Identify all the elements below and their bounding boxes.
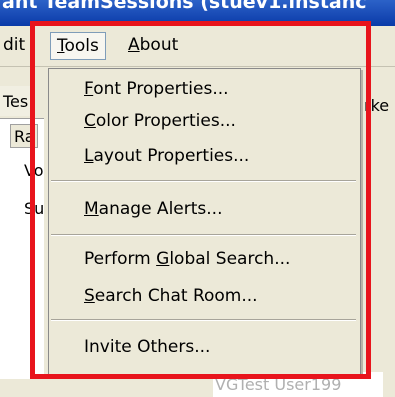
menu-item-font-properties[interactable]: Font Properties...: [84, 77, 229, 101]
menu-tools-mnemonic: T: [57, 36, 65, 56]
list-item[interactable]: Vo: [24, 161, 44, 180]
menu-edit[interactable]: dit: [3, 32, 25, 58]
menu-about-label: bout: [139, 35, 179, 55]
menu-tools-label: ools: [64, 36, 99, 56]
list-panel-partial: [0, 118, 44, 379]
menu-item-invite-others[interactable]: Invite Others...: [84, 335, 210, 359]
menu-item-layout-properties[interactable]: Layout Properties...: [84, 144, 249, 168]
tab-partial[interactable]: Tes: [0, 86, 35, 116]
menu-about[interactable]: About: [128, 32, 178, 58]
right-fragment: rke: [364, 96, 390, 115]
title-bar: ant TeamSessions (stuev1.instanc: [0, 0, 395, 26]
menu-item-perform-global-search[interactable]: Perform Global Search...: [84, 247, 290, 271]
menu-bar: dit Tools About: [0, 26, 395, 67]
menu-tools[interactable]: Tools: [50, 32, 106, 60]
menu-item-search-chat-room[interactable]: Search Chat Room...: [84, 284, 258, 308]
list-item[interactable]: Su: [24, 199, 44, 218]
window-title: ant TeamSessions (stuev1.instanc: [2, 0, 367, 13]
tools-dropdown-menu: Font Properties... Color Properties... L…: [48, 68, 361, 375]
menu-item-color-properties[interactable]: Color Properties...: [84, 109, 236, 133]
column-header-label: Ra: [14, 127, 35, 146]
user-list-row[interactable]: VGTest User199: [213, 372, 383, 397]
menu-separator: [51, 234, 356, 236]
menu-separator: [51, 319, 356, 321]
menu-item-manage-alerts[interactable]: Manage Alerts...: [84, 197, 222, 221]
menu-about-mnemonic: A: [128, 35, 140, 55]
menu-separator: [51, 180, 356, 182]
